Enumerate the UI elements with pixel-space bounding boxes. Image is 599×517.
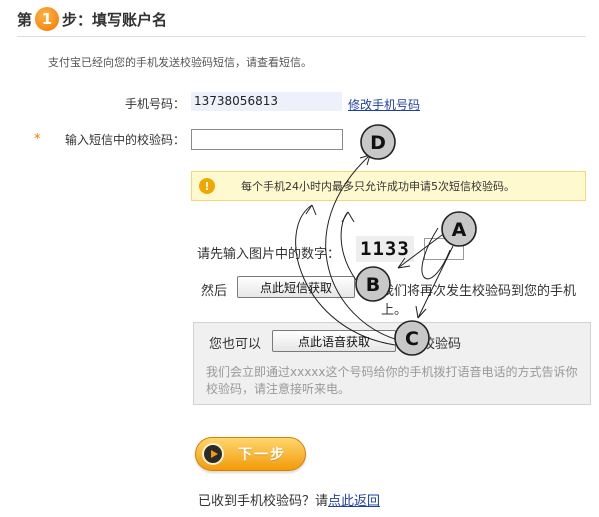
step-number-badge: 1 [35,7,60,31]
intro-text: 支付宝已经向您的手机发送校验码短信，请查看短信。 [48,56,312,69]
captcha-image: 1133 [356,236,414,262]
sms-resend-text: 我们将再次发生校验码到您的手机上。 [381,284,577,318]
phone-number-value: 13738056813 [191,92,342,111]
marker-b-label: B [366,274,380,296]
step-title-text: 步：填写账户名 [62,10,168,29]
voice-suffix: 校验码 [422,337,462,352]
edit-phone-link[interactable]: 修改手机号码 [348,96,420,113]
return-prompt-text: 已收到手机校验码？请 [198,494,329,509]
limit-notice: ! 每个手机24小时内最多只允许成功申请5次短信校验码。 [191,171,586,201]
sms-resend-button[interactable]: 点此短信获取 [237,276,355,298]
arrow-d-head-2 [359,154,371,166]
voice-description: 我们会立即通过xxxxx这个号码给你的手机拨打语音电话的方式告诉你校验码，请注意… [206,365,578,396]
warning-icon: ! [199,178,215,194]
marker-d: D [360,124,396,160]
then-label: 然后 [201,284,228,299]
return-link[interactable]: 点此返回 [328,494,380,509]
notice-text: 每个手机24小时内最多只允许成功申请5次短信校验码。 [241,180,515,193]
sms-code-label: 输入短信中的校验码： [64,133,185,147]
next-step-button[interactable]: 下一步 [195,437,306,471]
voice-prefix: 您也可以 [209,337,262,352]
next-step-label: 下一步 [238,447,286,463]
marker-d-label: D [370,132,386,154]
arrow-b-to-d [340,211,357,281]
step-prefix: 第 [17,10,33,29]
captcha-input[interactable] [424,238,464,260]
title-divider [17,36,586,37]
sms-code-input[interactable] [191,129,343,150]
play-arrow-icon [202,443,224,465]
arrow-d-head-3 [305,204,317,216]
step-title: 第 1 步：填写账户名 [17,6,167,32]
arrow-d-head-1 [341,211,355,223]
captcha-label: 请先输入图片中的数字： [197,247,341,262]
phone-label: 手机号码： [124,97,185,111]
voice-code-button[interactable]: 点此语音获取 [272,330,396,352]
return-prompt: 已收到手机校验码？请点此返回 [198,490,380,509]
